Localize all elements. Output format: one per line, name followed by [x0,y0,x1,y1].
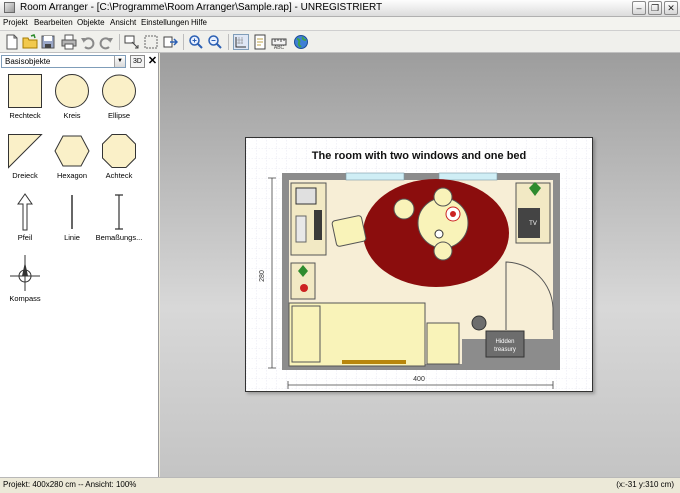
triangle-icon [8,134,43,169]
shape-label: Hexagon [56,171,88,180]
octagon-icon [102,134,136,168]
keyboard[interactable] [314,210,322,240]
armchair[interactable] [331,215,367,247]
treasury-label-line2: treasury [494,347,516,353]
menu-hilfe[interactable]: Hilfe [191,18,207,27]
shape-label: Rechteck [9,111,41,120]
flower-vase-center [450,211,456,217]
zoom-in-icon[interactable] [188,34,204,50]
chevron-down-icon[interactable]: ▼ [114,56,125,67]
pillow[interactable] [291,305,321,363]
shape-label: Bemaßungs... [95,233,143,242]
globe-icon[interactable] [293,34,309,50]
view-3d-button[interactable]: 3D [130,55,145,68]
insert-object-icon[interactable] [124,34,140,50]
shape-label: Pfeil [17,233,33,242]
round-stool[interactable] [471,315,487,331]
shape-label: Kreis [63,111,81,120]
page-icon[interactable] [252,34,268,50]
shape-bemassung[interactable]: Bemaßungs... [95,193,143,242]
category-dropdown[interactable]: Basisobjekte ▼ [1,55,126,68]
svg-text:ABC: ABC [274,45,285,50]
chair[interactable] [433,187,453,207]
export-icon[interactable] [162,34,178,50]
shape-pfeil[interactable]: Pfeil [1,193,49,242]
shape-label: Ellipse [107,111,131,120]
ellipse-icon [102,74,136,108]
app-icon [4,2,15,13]
treasury-label-line1: Hidden [495,339,514,345]
shape-label: Achteck [105,171,133,180]
shape-kompass[interactable]: Kompass [1,254,49,303]
print-icon[interactable] [61,34,77,50]
lamp[interactable] [300,284,308,292]
open-folder-icon[interactable] [22,34,38,50]
title-bar: Room Arranger - [C:\Programme\Room Arran… [0,0,680,17]
save-icon[interactable] [40,34,56,50]
close-window-button[interactable]: ✕ [664,1,678,15]
shape-dreieck[interactable]: Dreieck [1,133,49,180]
panel-close-button[interactable]: ✕ [147,54,158,68]
drawing-canvas[interactable]: The room with two windows and one bed TV… [160,53,680,477]
menu-objekte[interactable]: Objekte [77,18,105,27]
zoom-out-icon[interactable] [207,34,223,50]
rectangle-icon [8,74,42,108]
window-title: Room Arranger - [C:\Programme\Room Arran… [20,2,383,13]
dimension-vertical-label: 280 [259,270,266,282]
maximize-button[interactable]: ❐ [648,1,662,15]
dimension-line-icon [115,194,123,230]
measure-icon[interactable]: ABC [271,34,287,50]
toolbar: ABC [0,31,680,53]
arrow-up-icon [17,193,33,231]
compass-icon [10,255,40,291]
redo-icon[interactable] [98,34,114,50]
shape-hexagon[interactable]: Hexagon [48,133,96,180]
circle-icon [55,74,89,108]
plan-sheet: The room with two windows and one bed TV… [245,137,593,392]
shape-linie[interactable]: Linie [48,193,96,242]
grid-icon[interactable] [233,34,249,50]
menu-bearbeiten[interactable]: Bearbeiten [34,18,73,27]
floor-plan[interactable]: The room with two windows and one bed TV… [246,138,592,391]
window-right[interactable] [438,172,498,181]
toolbar-separator [119,34,120,50]
nightstand[interactable] [426,322,460,365]
shape-kreis[interactable]: Kreis [48,73,96,120]
menu-projekt[interactable]: Projekt [3,18,28,27]
hexagon-icon [54,135,90,167]
select-icon[interactable] [143,34,159,50]
printer[interactable] [295,215,307,243]
menu-ansicht[interactable]: Ansicht [110,18,136,27]
chair[interactable] [393,198,415,220]
project-status: Projekt: 400x280 cm -- Ansicht: 100% [3,480,137,489]
shape-label: Kompass [9,294,41,303]
shape-achteck[interactable]: Achteck [95,133,143,180]
tv-label: TV [529,221,537,227]
dimension-horizontal-label: 400 [413,376,425,383]
line-icon [71,195,73,229]
minimize-button[interactable]: ‒ [632,1,646,15]
bed-rug [342,360,406,364]
cup [434,229,444,239]
shape-label: Dreieck [12,171,38,180]
menu-bar: Projekt Bearbeiten Objekte Ansicht Einst… [0,17,680,31]
undo-icon[interactable] [80,34,96,50]
plan-title: The room with two windows and one bed [312,150,527,162]
category-dropdown-value: Basisobjekte [5,57,51,66]
menu-einstellungen[interactable]: Einstellungen [141,18,189,27]
new-file-icon[interactable] [4,34,20,50]
toolbar-separator [183,34,184,50]
cursor-coordinates: (x:-31 y:310 cm) [616,480,674,489]
window-left[interactable] [345,172,405,181]
toolbar-separator [228,34,229,50]
status-bar: Projekt: 400x280 cm -- Ansicht: 100% (x:… [0,477,680,493]
shape-ellipse[interactable]: Ellipse [95,73,143,120]
objects-panel: Basisobjekte ▼ 3D ✕ Rechteck Kreis Ellip… [0,53,159,477]
shape-label: Linie [64,233,80,242]
monitor[interactable] [295,187,317,205]
chair[interactable] [433,241,453,261]
shape-rechteck[interactable]: Rechteck [1,73,49,120]
